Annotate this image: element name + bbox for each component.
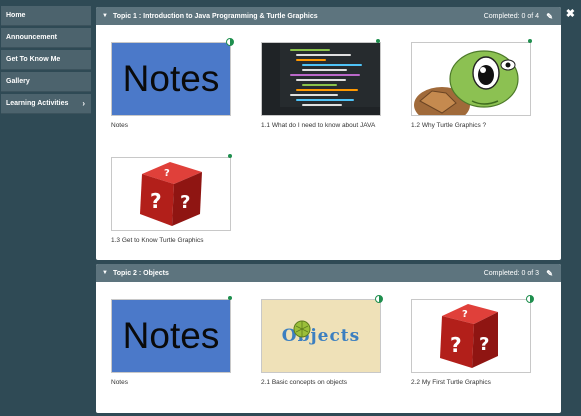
completion-dot-icon — [228, 154, 232, 158]
sidebar-item-announcement[interactable]: Announcement — [1, 28, 91, 48]
code-line — [302, 64, 362, 66]
topic-2-panel: ▼ Topic 2 : Objects Completed: 0 of 3 ✎ … — [96, 264, 561, 413]
activity-caption[interactable]: 1.3 Get to Know Turtle Graphics — [111, 236, 231, 245]
sidebar-item-label: Home — [6, 12, 26, 19]
code-line — [302, 84, 337, 86]
notes-image-text: Notes — [122, 58, 220, 99]
sidebar-item-label: Announcement — [6, 34, 57, 41]
topic-header[interactable]: ▼ Topic 2 : Objects Completed: 0 of 3 ✎ — [96, 264, 561, 282]
activity-card[interactable]: 1.2 Why Turtle Graphics ? — [411, 42, 531, 130]
cartoon-turtle-image[interactable] — [411, 42, 531, 116]
svg-text:?: ? — [479, 334, 489, 355]
sidebar-item-get-to-know-me[interactable]: Get To Know Me — [1, 50, 91, 70]
sidebar: Home Announcement Get To Know Me Gallery… — [0, 6, 92, 116]
svg-text:?: ? — [462, 309, 468, 320]
turtle-drawing — [414, 50, 519, 115]
code-line — [296, 79, 346, 81]
close-icon[interactable]: ✖ — [566, 9, 575, 20]
dice-drawing: ? ? ? — [440, 304, 498, 368]
code-line — [290, 94, 338, 96]
sidebar-item-label: Gallery — [6, 78, 30, 85]
code-line — [296, 89, 358, 91]
durian-drawing — [293, 320, 311, 338]
activity-caption[interactable]: 2.2 My First Turtle Graphics — [411, 378, 531, 387]
activity-card[interactable]: ? ? ? 2.2 My First Turtle Graphics — [411, 299, 531, 387]
activity-caption[interactable]: Notes — [111, 378, 231, 387]
activity-card[interactable]: 1.1 What do I need to know about JAVA — [261, 42, 381, 130]
activity-card[interactable]: Objects 2.1 Basic concepts on objects — [261, 299, 381, 387]
completion-status: Completed: 0 of 4 — [483, 12, 539, 20]
question-dice-image[interactable]: ? ? ? — [111, 157, 231, 231]
topic-1-panel: ▼ Topic 1 : Introduction to Java Program… — [96, 7, 561, 260]
topic-title: Topic 1 : Introduction to Java Programmi… — [112, 12, 318, 20]
sidebar-item-label: Get To Know Me — [6, 56, 61, 63]
completion-status: Completed: 0 of 3 — [483, 269, 539, 277]
code-line — [302, 104, 342, 106]
code-line — [296, 54, 351, 56]
code-line — [296, 99, 354, 101]
completion-dot-icon — [228, 296, 232, 300]
notes-image-text: Notes — [122, 315, 220, 356]
chevron-right-icon: › — [82, 99, 85, 108]
activity-caption[interactable]: 1.1 What do I need to know about JAVA — [261, 121, 381, 130]
code-screen-image[interactable] — [261, 42, 381, 116]
code-line — [302, 69, 347, 71]
notes-image[interactable]: Notes — [111, 42, 231, 116]
code-line — [290, 74, 360, 76]
svg-text:?: ? — [150, 189, 162, 213]
code-line — [290, 49, 330, 51]
completion-half-icon — [375, 295, 383, 303]
activity-caption[interactable]: Notes — [111, 121, 231, 130]
code-line — [296, 59, 326, 61]
completion-dot-icon — [376, 39, 380, 43]
sidebar-item-gallery[interactable]: Gallery — [1, 72, 91, 92]
dice-drawing: ? ? ? — [140, 162, 202, 226]
svg-text:?: ? — [450, 333, 462, 357]
activity-card[interactable]: Notes Notes — [111, 42, 231, 130]
objects-image[interactable]: Objects — [261, 299, 381, 373]
pin-icon[interactable]: ✎ — [546, 269, 553, 278]
activity-caption[interactable]: 1.2 Why Turtle Graphics ? — [411, 121, 531, 130]
activity-caption[interactable]: 2.1 Basic concepts on objects — [261, 378, 381, 387]
notes-image[interactable]: Notes — [111, 299, 231, 373]
activity-card[interactable]: ? ? ? 1.3 Get to Know Turtle Graphics — [111, 157, 231, 245]
svg-text:?: ? — [180, 192, 190, 213]
completion-dot-icon — [528, 39, 532, 43]
topic-title: Topic 2 : Objects — [112, 269, 169, 277]
caret-down-icon[interactable]: ▼ — [102, 13, 108, 19]
sidebar-item-learning-activities[interactable]: Learning Activities › — [1, 94, 91, 114]
activity-card[interactable]: Notes Notes — [111, 299, 231, 387]
caret-down-icon[interactable]: ▼ — [102, 270, 108, 276]
sidebar-item-home[interactable]: Home — [1, 6, 91, 26]
completion-half-icon — [526, 295, 534, 303]
question-dice-image[interactable]: ? ? ? — [411, 299, 531, 373]
svg-text:?: ? — [164, 168, 170, 179]
topic-header[interactable]: ▼ Topic 1 : Introduction to Java Program… — [96, 7, 561, 25]
sidebar-item-label: Learning Activities — [6, 100, 69, 107]
pin-icon[interactable]: ✎ — [546, 12, 553, 21]
completion-half-icon — [226, 38, 234, 46]
